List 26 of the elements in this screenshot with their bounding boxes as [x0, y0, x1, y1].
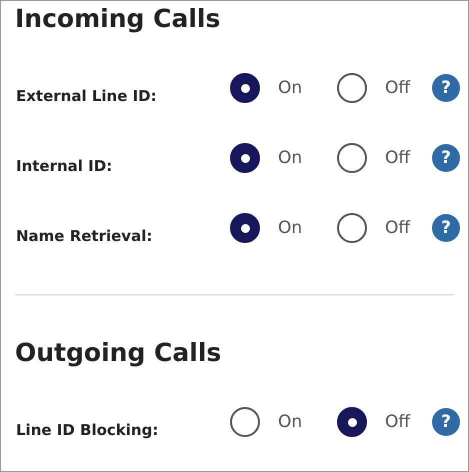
- help-icon[interactable]: ?: [432, 144, 460, 172]
- radio-button[interactable]: [337, 73, 367, 103]
- option-label: On: [278, 218, 302, 238]
- help-icon[interactable]: ?: [432, 74, 460, 102]
- option-label: Off: [385, 412, 410, 432]
- option-label: On: [278, 148, 302, 168]
- radio-button[interactable]: [230, 143, 260, 173]
- option-label: On: [278, 78, 302, 98]
- radio-button[interactable]: [337, 213, 367, 243]
- setting-label: Line ID Blocking:: [16, 420, 160, 439]
- option-label: Off: [385, 218, 410, 238]
- setting-label: Internal ID:: [16, 156, 114, 175]
- radio-button[interactable]: [230, 407, 260, 437]
- section-heading: Outgoing Calls: [15, 337, 222, 369]
- radio-button[interactable]: [337, 143, 367, 173]
- section-heading: Incoming Calls: [15, 3, 222, 35]
- radio-button[interactable]: [230, 73, 260, 103]
- help-icon[interactable]: ?: [432, 214, 460, 242]
- radio-button[interactable]: [337, 407, 367, 437]
- option-label: On: [278, 412, 302, 432]
- radio-button[interactable]: [230, 213, 260, 243]
- setting-label: External Line ID:: [16, 86, 158, 105]
- option-label: Off: [385, 78, 410, 98]
- setting-label: Name Retrieval:: [16, 226, 154, 245]
- option-label: Off: [385, 148, 410, 168]
- help-icon[interactable]: ?: [432, 408, 460, 436]
